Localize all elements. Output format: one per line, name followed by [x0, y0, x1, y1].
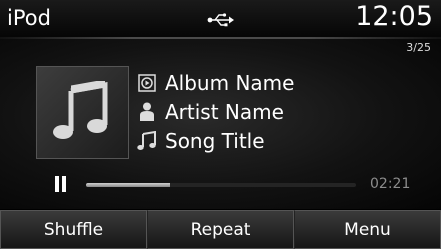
- music-note-icon: [136, 130, 158, 152]
- artist-name: Artist Name: [165, 100, 284, 124]
- album-row: Album Name: [136, 70, 294, 96]
- music-note-icon: [53, 81, 108, 139]
- status-bar: iPod 12:05: [0, 0, 441, 38]
- softkey-bar: Shuffle Repeat Menu: [0, 210, 441, 249]
- album-name: Album Name: [165, 71, 295, 95]
- pause-icon[interactable]: [55, 176, 67, 192]
- elapsed-time: 02:21: [370, 176, 411, 192]
- album-icon: [136, 72, 158, 94]
- progress-fill: [86, 183, 170, 187]
- album-artwork: [36, 66, 129, 159]
- repeat-button[interactable]: Repeat: [147, 210, 294, 249]
- song-row: Song Title: [136, 128, 265, 154]
- track-counter: 3/25: [406, 41, 431, 54]
- ipod-screen: iPod 12:05 3/25 Album Name Artist Name S…: [0, 0, 441, 249]
- usb-icon: [207, 13, 234, 27]
- artist-icon: [136, 101, 158, 123]
- artist-row: Artist Name: [136, 99, 284, 125]
- shuffle-button[interactable]: Shuffle: [0, 210, 147, 249]
- clock: 12:05: [355, 1, 433, 32]
- source-label: iPod: [7, 6, 51, 30]
- menu-button[interactable]: Menu: [294, 210, 441, 249]
- song-title: Song Title: [165, 129, 265, 153]
- progress-bar[interactable]: [86, 183, 356, 187]
